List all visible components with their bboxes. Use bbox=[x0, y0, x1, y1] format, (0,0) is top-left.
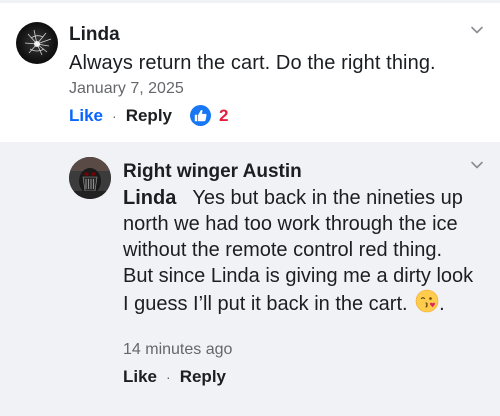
separator: · bbox=[112, 107, 117, 124]
reply-button[interactable]: Reply bbox=[126, 106, 172, 126]
avatar[interactable] bbox=[16, 22, 58, 64]
reply-author[interactable]: Right winger Austin bbox=[123, 161, 302, 183]
comment-date[interactable]: January 7, 2025 bbox=[69, 80, 184, 98]
comment: Linda Always return the cart. Do the rig… bbox=[0, 3, 500, 140]
like-button[interactable]: Like bbox=[69, 106, 103, 126]
reply-button[interactable]: Reply bbox=[180, 367, 226, 387]
like-button[interactable]: Like bbox=[123, 367, 157, 387]
reactions-summary[interactable]: 2 bbox=[190, 105, 228, 126]
reaction-count: 2 bbox=[219, 105, 229, 125]
reply-comment: Right winger Austin Linda Yes but back in… bbox=[0, 142, 500, 416]
comment-actions: Like · Reply 2 bbox=[69, 105, 228, 126]
comment-text: Always return the cart. Do the right thi… bbox=[69, 52, 436, 74]
reply-time[interactable]: 14 minutes ago bbox=[123, 341, 232, 359]
reply-actions: Like · Reply bbox=[123, 367, 226, 387]
reply-text-end: . bbox=[439, 293, 445, 315]
chevron-down-icon[interactable] bbox=[470, 158, 484, 172]
chevron-down-icon[interactable] bbox=[470, 23, 484, 37]
reply-text: Linda Yes but back in the nineties up nor… bbox=[123, 185, 475, 317]
kissing-face-emoji bbox=[415, 289, 439, 313]
thumbs-up-icon bbox=[190, 105, 211, 126]
mention-link[interactable]: Linda bbox=[123, 187, 176, 209]
separator: · bbox=[166, 369, 171, 385]
avatar[interactable] bbox=[69, 157, 111, 199]
comment-author[interactable]: Linda bbox=[69, 24, 120, 46]
